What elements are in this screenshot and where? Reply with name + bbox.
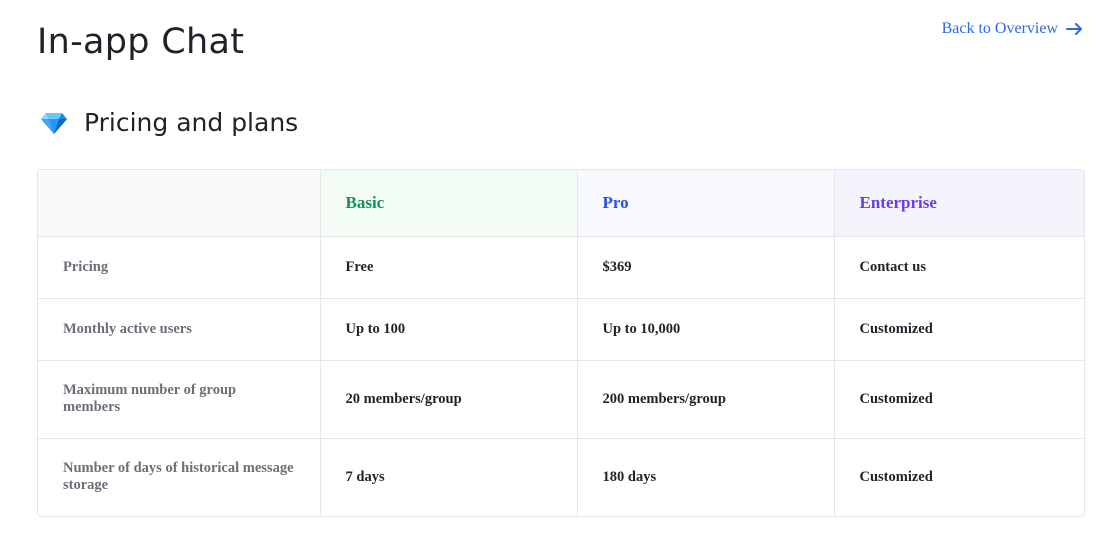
cell-pro: 200 members/group [577,360,835,439]
diamond-icon [41,112,67,134]
row-label-group-members: Maximum number of group members [38,360,321,439]
header-pro: Pro [577,170,835,237]
header-enterprise: Enterprise [834,170,1084,237]
header-basic: Basic [320,170,578,237]
back-link-label: Back to Overview [941,20,1058,37]
page-title: In-app Chat [37,22,245,62]
section-header: Pricing and plans [40,108,298,137]
section-title: Pricing and plans [84,108,299,137]
cell-basic: 7 days [320,438,578,516]
cell-pro: 180 days [577,438,835,516]
pricing-table: Basic Pro Enterprise Pricing Free $369 C… [37,169,1085,517]
table-row: Maximum number of group members 20 membe… [38,360,1084,439]
back-to-overview-link[interactable]: Back to Overview [942,20,1083,38]
row-label-monthly-active-users: Monthly active users [38,298,321,361]
cell-basic: 20 members/group [320,360,578,439]
cell-enterprise: Customized [834,298,1084,361]
cell-basic: Free [320,236,578,299]
header-feature-column [38,170,321,237]
arrow-right-icon [1066,23,1082,35]
table-row: Pricing Free $369 Contact us [38,236,1084,299]
cell-enterprise: Customized [834,360,1084,439]
cell-pro: $369 [577,236,835,299]
row-label-pricing: Pricing [38,236,321,299]
cell-enterprise: Customized [859,468,933,485]
table-row: Number of days of historical message sto… [38,438,1084,516]
table-row: Monthly active users Up to 100 Up to 10,… [38,298,1084,361]
table-header-row: Basic Pro Enterprise [38,170,1084,237]
row-label-message-storage: Number of days of historical message sto… [38,438,321,516]
cell-pro: Up to 10,000 [577,298,835,361]
cell-enterprise: Contact us [834,236,1084,299]
cell-basic: Up to 100 [320,298,578,361]
